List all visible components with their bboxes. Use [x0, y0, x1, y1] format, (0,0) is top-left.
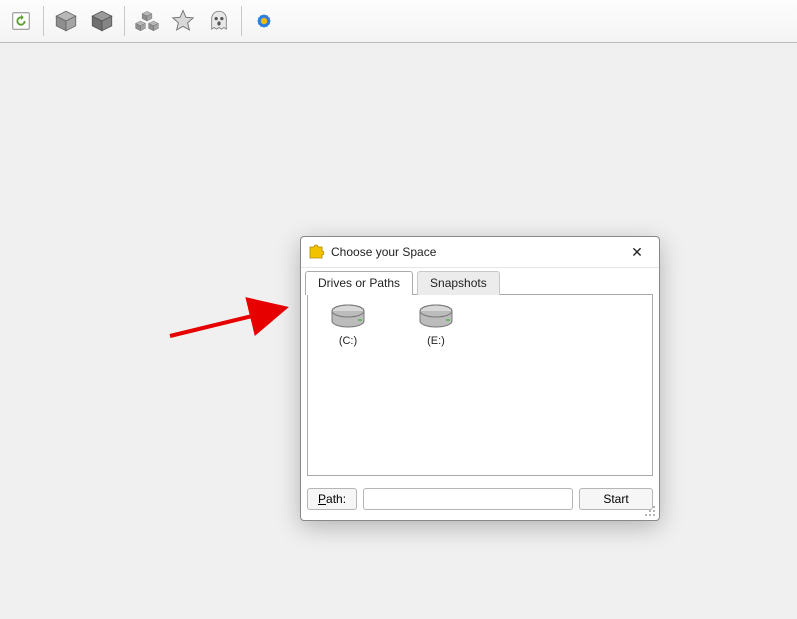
- drive-label: (C:): [339, 335, 357, 347]
- refresh-icon: [10, 10, 32, 32]
- start-button[interactable]: Start: [579, 488, 653, 510]
- flower-icon: [251, 8, 277, 34]
- box-dark-icon: [89, 8, 115, 34]
- path-input[interactable]: [363, 488, 573, 510]
- star-button[interactable]: [166, 4, 200, 38]
- drive-label: (E:): [427, 335, 445, 347]
- toolbar-separator: [241, 6, 242, 36]
- dialog-tabs: Drives or Paths Snapshots: [301, 270, 659, 294]
- workspace: Choose your Space ✕ Drives or Paths Snap…: [0, 42, 797, 619]
- toolbar-separator: [124, 6, 125, 36]
- choose-space-dialog: Choose your Space ✕ Drives or Paths Snap…: [300, 236, 660, 521]
- tab-snapshots[interactable]: Snapshots: [417, 271, 500, 295]
- flower-button[interactable]: [247, 4, 281, 38]
- ghost-icon: [206, 8, 232, 34]
- puzzle-icon: [307, 243, 325, 261]
- drive-item-c[interactable]: (C:): [316, 303, 380, 347]
- main-toolbar: [0, 0, 797, 43]
- path-button[interactable]: Path:: [307, 488, 357, 510]
- refresh-button[interactable]: [4, 4, 38, 38]
- drive-icon: [416, 303, 456, 331]
- star-icon: [170, 8, 196, 34]
- boxes-icon: [134, 8, 160, 34]
- boxes-button[interactable]: [130, 4, 164, 38]
- resize-grip[interactable]: [643, 504, 657, 518]
- drives-panel: (C:) (E:): [307, 294, 653, 476]
- drive-icon: [328, 303, 368, 331]
- tab-drives-or-paths[interactable]: Drives or Paths: [305, 271, 413, 295]
- dialog-footer: Path: Start: [301, 482, 659, 520]
- dialog-title: Choose your Space: [331, 245, 621, 259]
- box-button-1[interactable]: [49, 4, 83, 38]
- dialog-titlebar[interactable]: Choose your Space ✕: [301, 237, 659, 268]
- annotation-arrow: [165, 290, 305, 350]
- close-button[interactable]: ✕: [621, 240, 653, 264]
- box-button-2[interactable]: [85, 4, 119, 38]
- ghost-button[interactable]: [202, 4, 236, 38]
- box-icon: [53, 8, 79, 34]
- drive-item-e[interactable]: (E:): [404, 303, 468, 347]
- toolbar-separator: [43, 6, 44, 36]
